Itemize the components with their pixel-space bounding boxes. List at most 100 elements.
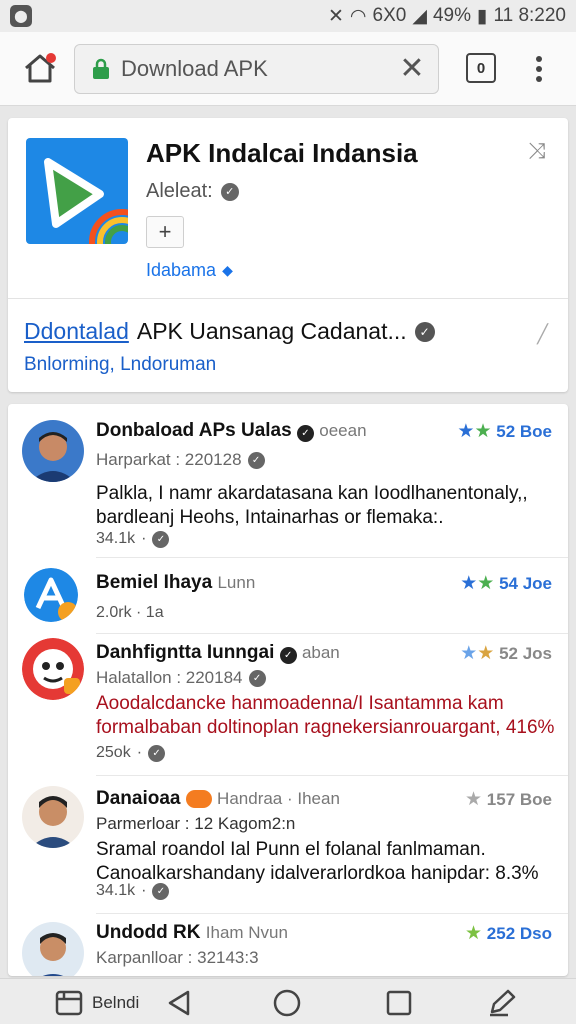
- download-row[interactable]: Ddontalad APK Uansanag Cadanat... ✓: [24, 318, 435, 345]
- item-meta-text: Karpanlloar : 32143:3: [96, 948, 259, 967]
- item-tag: oeean: [319, 421, 367, 440]
- item-meta-text: Halatallon : 220184: [96, 668, 243, 687]
- info-icon: ✓: [248, 669, 266, 687]
- item-count: 34.1k · ✓: [96, 530, 170, 548]
- download-subtitle[interactable]: Bnlorming, Lndoruman: [24, 354, 216, 376]
- clock: 11 8:220: [493, 5, 566, 26]
- star-icon: ★: [477, 643, 495, 664]
- verified-check-icon: ◆: [222, 262, 233, 278]
- add-button[interactable]: +: [146, 216, 184, 248]
- app-title: APK Indalcai Indansia: [146, 138, 418, 168]
- check-icon: ✓: [152, 530, 170, 548]
- info-icon: ✓: [247, 451, 265, 469]
- separator: ·: [141, 882, 147, 899]
- browser-toolbar: Download APK ✕ 0: [0, 32, 576, 106]
- rating: ★ 157 Boe: [465, 788, 552, 811]
- status-right: ✕ ◠ 6X0 ◢ 49% ▮ 11 8:220: [328, 5, 566, 28]
- list-item[interactable]: Danaioaa Handraa · Ihean ★ 157 Boe Parme…: [8, 784, 568, 918]
- network-label: 6X0: [372, 5, 407, 26]
- list-item[interactable]: Donbaload APs Ualas ✓ oeean ★★ 52 Boe Ha…: [8, 404, 568, 558]
- avatar: [22, 420, 84, 482]
- star-icon: ★: [460, 573, 478, 594]
- info-icon: ✓: [414, 321, 435, 342]
- verified-icon: ✓: [279, 647, 297, 664]
- item-title-text: Danhfigntta Iunngai: [96, 642, 275, 663]
- bottom-navigation: Belndi: [0, 978, 576, 1024]
- star-icon: ★: [477, 573, 495, 594]
- count-text: 34.1k: [96, 530, 136, 547]
- check-icon: ✓: [152, 882, 170, 900]
- developer-link[interactable]: Idabama ◆: [146, 260, 233, 281]
- item-meta: Karpanlloar : 32143:3: [96, 948, 259, 968]
- edit-button[interactable]: [486, 987, 518, 1019]
- address-bar[interactable]: Download APK ✕: [74, 44, 439, 94]
- home-icon[interactable]: [22, 50, 58, 86]
- rating: ★★ 52 Jos: [460, 642, 552, 665]
- battery-icon: ▮: [476, 5, 488, 27]
- item-title: Undodd RK Iham Nvun: [96, 922, 288, 944]
- home-circle-icon: [273, 989, 301, 1017]
- list-item[interactable]: Bemiel Ihaya Lunn ★★ 54 Joe 2.0rk · 1a: [8, 558, 568, 634]
- signal-icon: ◢: [412, 5, 427, 27]
- item-count: 34.1k · ✓: [96, 882, 170, 900]
- rating-value: 52 Boe: [496, 422, 552, 441]
- item-tag: Iham Nvun: [205, 923, 288, 942]
- list-item[interactable]: Undodd RK Iham Nvun ★ 252 Dso Karpanlloa…: [8, 918, 568, 976]
- app-subtitle-text: Aleleat:: [146, 180, 213, 202]
- download-text: APK Uansanag Cadanat...: [136, 318, 407, 344]
- download-link[interactable]: Ddontalad: [24, 318, 129, 345]
- rating: ★★ 52 Boe: [457, 420, 552, 443]
- back-button[interactable]: [166, 987, 192, 1019]
- star-icon: ★: [465, 789, 483, 810]
- item-meta-text: Harparkat : 220128: [96, 450, 242, 469]
- item-description: Aoodalcdancke hanmoadenna/I Isantamma ka…: [96, 693, 555, 738]
- item-meta: Harparkat : 220128 ✓: [96, 450, 265, 470]
- divider: [96, 775, 568, 776]
- separator: ·: [136, 744, 143, 761]
- app-logo-icon[interactable]: [26, 138, 128, 244]
- bottom-nav-label: Belndi: [92, 993, 140, 1012]
- close-icon[interactable]: ✕: [398, 54, 426, 84]
- item-count: 2.0rk · 1a: [96, 604, 164, 622]
- item-title: Danaioaa Handraa · Ihean: [96, 788, 340, 810]
- rating-value: 52 Jos: [499, 644, 552, 663]
- notification-icon: ⬤: [10, 5, 32, 27]
- emoji-badge-icon: [185, 789, 212, 808]
- rating: ★ 252 Dso: [465, 922, 552, 945]
- item-tag: aban: [301, 643, 340, 662]
- recents-icon: [386, 990, 412, 1016]
- item-title-text: Donbaload APs Ualas: [96, 420, 292, 441]
- count-text: 34.1k: [96, 882, 136, 899]
- avatar: [24, 568, 78, 622]
- item-count: 25ok · ✓: [96, 744, 166, 762]
- item-description: Palkla, I namr akardatasana kan Ioodlhan…: [96, 483, 528, 528]
- mute-icon: ✕: [327, 5, 344, 27]
- edit-icon[interactable]: ╱: [537, 324, 548, 345]
- avatar: [22, 922, 84, 976]
- list-item[interactable]: Danhfigntta Iunngai ✓ aban ★★ 52 Jos Hal…: [8, 634, 568, 784]
- app-list: Donbaload APs Ualas ✓ oeean ★★ 52 Boe Ha…: [8, 404, 568, 976]
- item-meta-text: Parmerloar : 12 Kagom2:n: [96, 814, 296, 833]
- back-icon: [168, 990, 190, 1016]
- avatar: [22, 638, 84, 700]
- app-subtitle: Aleleat: ✓: [146, 180, 239, 203]
- verified-icon: ✓: [220, 182, 239, 201]
- star-icon: ★: [465, 923, 483, 944]
- pen-icon: [490, 989, 516, 1017]
- item-meta: Parmerloar : 12 Kagom2:n: [96, 814, 295, 834]
- divider: [8, 298, 568, 299]
- bookmarks-button[interactable]: Belndi: [54, 987, 139, 1019]
- app-card: APK Indalcai Indansia ⤨ Aleleat: ✓ + Ida…: [8, 118, 568, 392]
- tab-switcher-button[interactable]: 0: [466, 53, 496, 83]
- star-icon: ★: [457, 421, 475, 442]
- item-title: Danhfigntta Iunngai ✓ aban: [96, 642, 340, 664]
- share-icon[interactable]: ⤨: [528, 140, 550, 162]
- divider: [96, 913, 568, 914]
- battery-percent: 49%: [432, 5, 471, 26]
- rating: ★★ 54 Joe: [460, 572, 552, 595]
- recents-button[interactable]: [385, 987, 413, 1019]
- avatar: [22, 786, 84, 848]
- home-button[interactable]: [272, 987, 302, 1019]
- overflow-menu-icon[interactable]: [527, 54, 551, 84]
- item-meta: Halatallon : 220184 ✓: [96, 668, 266, 688]
